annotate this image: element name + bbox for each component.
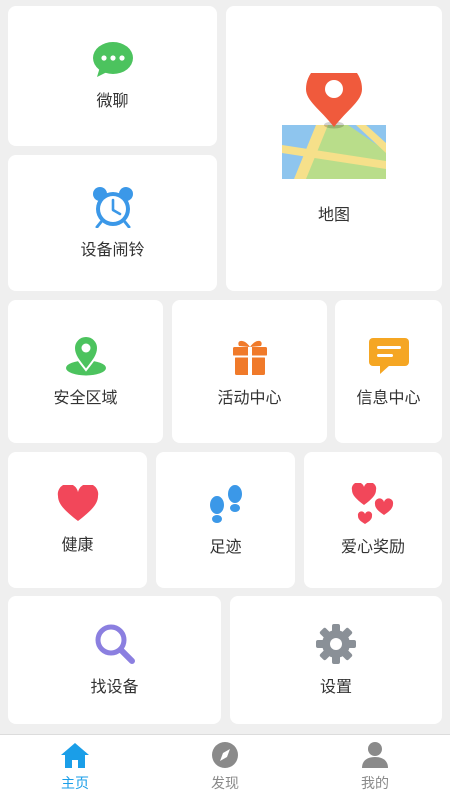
tile-love-reward[interactable]: 爱心奖励	[304, 452, 442, 588]
tile-safe-zone-label: 安全区域	[53, 387, 118, 407]
bottom-tab-bar: 主页 发现 我的	[0, 734, 450, 800]
map-pin-icon	[282, 72, 386, 179]
tile-map[interactable]: 地图	[226, 6, 442, 291]
tile-settings-label: 设置	[319, 677, 352, 696]
tile-map-label: 地图	[317, 204, 350, 224]
tile-activity-label: 活动中心	[217, 387, 282, 407]
gear-icon	[316, 624, 356, 664]
tile-find-device-label: 找设备	[90, 677, 139, 696]
tab-discover[interactable]: 发现	[150, 735, 300, 800]
alarm-clock-icon	[92, 187, 133, 228]
tab-mine[interactable]: 我的	[300, 735, 450, 800]
tile-find-device[interactable]: 找设备	[8, 596, 221, 724]
heart-icon	[57, 485, 98, 521]
tile-alarm[interactable]: 设备闹铃	[8, 155, 217, 291]
tile-chat[interactable]: 微聊	[8, 6, 217, 146]
message-icon	[368, 337, 409, 374]
chat-bubble-icon	[92, 42, 133, 77]
home-icon	[61, 743, 89, 768]
tab-discover-label: 发现	[211, 776, 239, 792]
tile-health[interactable]: 健康	[8, 452, 147, 588]
tile-alarm-label: 设备闹铃	[80, 240, 145, 259]
tab-home[interactable]: 主页	[0, 735, 150, 800]
gift-icon	[232, 340, 267, 375]
magnifier-icon	[95, 624, 135, 664]
tile-safe-zone[interactable]: 安全区域	[8, 300, 163, 443]
compass-icon	[212, 742, 238, 768]
tile-chat-label: 微聊	[96, 91, 129, 110]
tile-love-reward-label: 爱心奖励	[340, 537, 405, 556]
location-pin-icon	[65, 335, 106, 375]
person-icon	[362, 742, 388, 768]
footprints-icon	[209, 485, 242, 523]
tab-mine-label: 我的	[361, 776, 389, 792]
tile-footprint-label: 足迹	[209, 537, 242, 556]
tile-messages[interactable]: 信息中心	[335, 300, 442, 443]
tile-health-label: 健康	[61, 535, 94, 554]
tile-footprint[interactable]: 足迹	[156, 452, 295, 588]
tile-settings[interactable]: 设置	[230, 596, 442, 724]
hearts-icon	[351, 483, 394, 524]
tile-activity[interactable]: 活动中心	[172, 300, 327, 443]
tab-home-label: 主页	[61, 776, 89, 792]
tile-messages-label: 信息中心	[356, 387, 421, 407]
